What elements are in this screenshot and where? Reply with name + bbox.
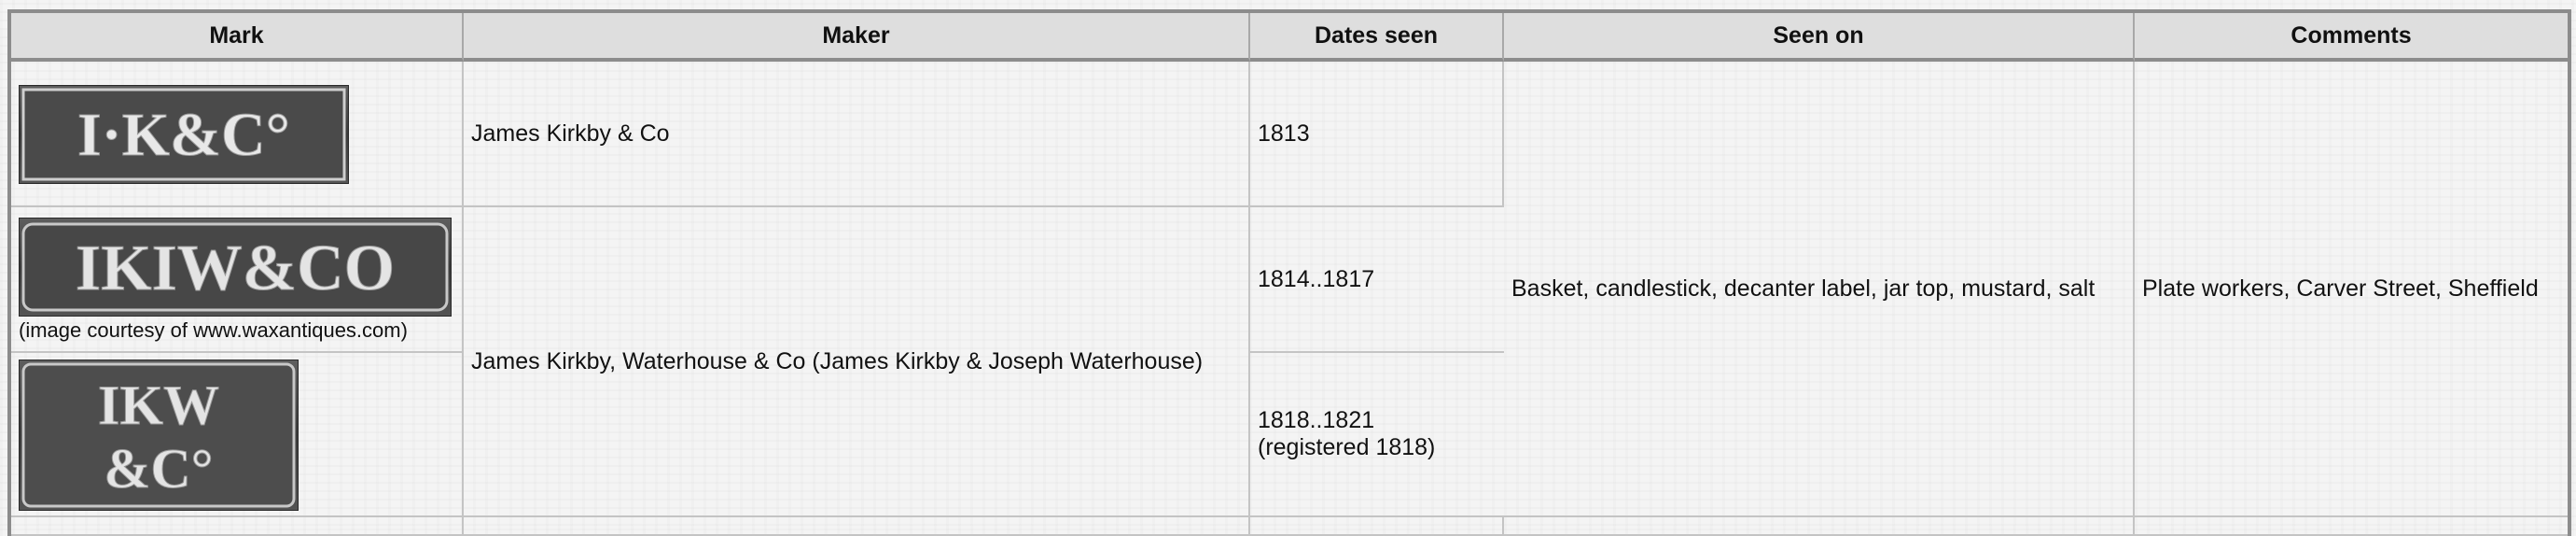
comments-cell: Plate workers, Carver Street, Sheffield <box>2135 62 2568 517</box>
header-maker: Maker <box>464 13 1250 62</box>
dates-cell: 1814..1817 <box>1250 207 1504 353</box>
hallmark-punch-ik-co-icon: I·K&C° <box>19 85 349 184</box>
dates-range: 1818..1821 <box>1258 407 1375 433</box>
dates-cell: 1813 <box>1250 62 1504 207</box>
table-row-partial <box>11 517 2568 536</box>
header-row: Mark Maker Dates seen Seen on Comments <box>11 13 2568 62</box>
makers-marks-table: Mark Maker Dates seen Seen on Comments I… <box>7 9 2571 536</box>
header-mark: Mark <box>11 13 464 62</box>
maker-cell: James Kirkby, Waterhouse & Co (James Kir… <box>464 207 1250 517</box>
header-seen-on: Seen on <box>1504 13 2135 62</box>
mark-lettering: I·K&C° <box>77 101 290 169</box>
mark-lettering-line2: &C° <box>104 438 213 500</box>
mark-cell: IKW &C° <box>11 353 464 517</box>
table-row: I·K&C° James Kirkby & Co 1813 Basket, ca… <box>11 62 2568 517</box>
header-dates-seen: Dates seen <box>1250 13 1504 62</box>
mark-cell: IKIW&CO (image courtesy of www.waxantiqu… <box>11 207 464 353</box>
mark-cell: I·K&C° <box>11 62 464 207</box>
dates-note: (registered 1818) <box>1258 434 1436 460</box>
mark-lettering: IKIW&CO <box>76 233 395 304</box>
seen-on-cell: Basket, candlestick, decanter label, jar… <box>1504 62 2135 517</box>
dates-cell: 1818..1821 (registered 1818) <box>1250 353 1504 517</box>
maker-cell: James Kirkby & Co <box>464 62 1250 207</box>
hallmark-punch-ikiwco-icon: IKIW&CO <box>19 218 452 317</box>
mark-lettering-line1: IKW <box>98 374 219 436</box>
hallmark-punch-ikw-co-icon: IKW &C° <box>19 360 299 511</box>
image-credit-caption: (image courtesy of www.waxantiques.com) <box>19 318 408 342</box>
header-comments: Comments <box>2135 13 2568 62</box>
